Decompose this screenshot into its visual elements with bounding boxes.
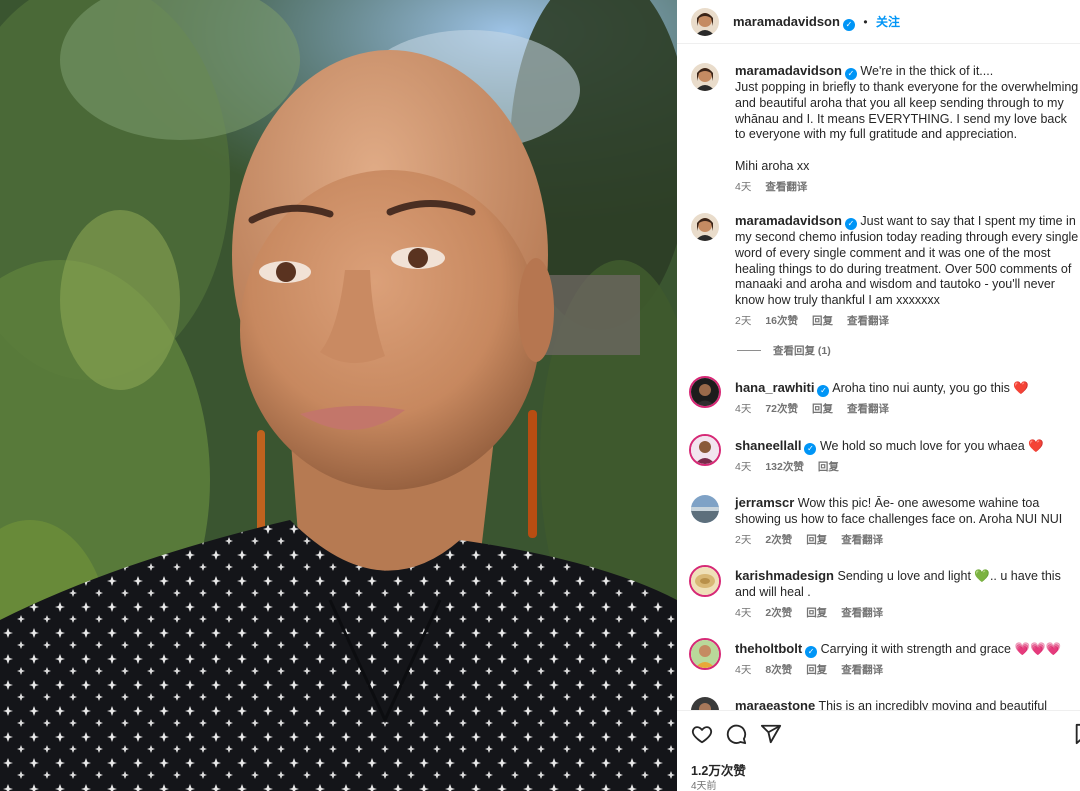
comment-meta: 4天 2次赞 回复 查看翻译 [735,606,1080,622]
comment-text: We hold so much love for you whaea ❤️ [819,439,1044,453]
comment-likes[interactable]: 2次赞 [765,533,792,549]
comment-item: maramadavidson ✓ Just want to say that I … [735,213,1080,330]
comment-avatar[interactable] [691,697,719,710]
view-replies-label: 查看回复 (1) [773,345,831,357]
comment-item: shaneellall ✓ We hold so much love for yo… [735,438,1080,476]
translate-button[interactable]: 查看翻译 [841,663,883,679]
comment-meta: 2天 2次赞 回复 查看翻译 [735,533,1080,549]
reply-button[interactable]: 回复 [806,533,827,549]
comment-username[interactable]: theholtbolt [735,641,802,656]
translate-button[interactable]: 查看翻译 [847,314,889,330]
comment-likes[interactable]: 8次赞 [765,663,792,679]
comment-meta: 4天 72次赞 回复 查看翻译 [735,402,1080,418]
separator-dot: • [863,15,868,29]
comment-username[interactable]: maramadavidson [735,63,842,78]
comment-text: Aroha tino nui aunty, you go this ❤️ [832,381,1029,395]
comment-text: This is an incredibly moving and beautif… [818,699,1048,710]
author-avatar[interactable] [691,8,719,36]
verified-icon: ✓ [804,443,817,455]
verified-icon: ✓ [844,218,857,230]
comment-item: jerramscr Wow this pic! Āe- one awesome … [735,495,1080,548]
reply-button[interactable]: 回复 [818,460,839,476]
bookmark-icon[interactable] [1073,723,1080,745]
follow-button[interactable]: 关注 [876,15,900,29]
comment-avatar[interactable] [689,434,721,466]
comment-item: karishmadesign Sending u love and light … [735,568,1080,621]
comment-avatar[interactable] [689,376,721,408]
comment-avatar[interactable] [691,495,719,523]
verified-icon: ✓ [844,68,857,80]
translate-button[interactable]: 查看翻译 [841,533,883,549]
comment-text: We're in the thick of it.... Just poppin… [735,64,1079,173]
comment-avatar[interactable] [689,638,721,670]
comments-panel: maramadavidson ✓ • 关注 maramadavidson ✓ We'… [677,0,1080,791]
comment-meta: 4天 8次赞 回复 查看翻译 [735,663,1080,679]
comment-meta: 4天 查看翻译 [735,180,1080,196]
verified-icon: ✓ [805,646,818,658]
comment-time: 4天 [735,606,752,619]
heart-icon[interactable] [691,723,713,750]
comment-item: maramadavidson ✓ We're in the thick of it… [735,63,1080,196]
post-photo[interactable] [0,0,677,791]
comment-time: 4天 [735,403,752,415]
comment-avatar[interactable] [689,565,721,597]
comment-text: Carrying it with strength and grace 💗💗💗 [820,642,1062,656]
translate-button[interactable]: 查看翻译 [847,402,889,418]
comment-item: hana_rawhiti ✓ Aroha tino nui aunty, you … [735,380,1080,418]
translate-button[interactable]: 查看翻译 [765,180,807,196]
view-replies-button[interactable]: 查看回复 (1) [737,343,831,358]
comment-time: 2天 [735,314,752,327]
reply-button[interactable]: 回复 [806,663,827,679]
comment-icon[interactable] [725,723,747,750]
comment-likes[interactable]: 2次赞 [765,606,792,622]
comment-list[interactable]: maramadavidson ✓ We're in the thick of it… [677,45,1080,710]
verified-icon: ✓ [817,385,830,397]
reply-button[interactable]: 回复 [812,314,833,330]
comment-item: theholtbolt ✓ Carrying it with strength a… [735,641,1080,679]
comment-time: 2天 [735,533,752,546]
comment-time: 4天 [735,664,752,676]
comment-avatar[interactable] [691,63,719,91]
translate-button[interactable]: 查看翻译 [841,606,883,622]
comment-time: 4天 [735,461,752,473]
share-icon[interactable] [760,723,782,750]
comment-item: maraeastone This is an incredibly moving… [735,698,1080,710]
post-actions: 1.2万次赞 4天前 [677,710,1080,791]
comment-username[interactable]: maraeastone [735,698,815,710]
comment-meta: 4天 132次赞 回复 [735,460,1080,476]
comment-avatar[interactable] [691,213,719,241]
post-header: maramadavidson ✓ • 关注 [677,0,1080,44]
replies-line [737,350,761,351]
reply-button[interactable]: 回复 [806,606,827,622]
portrait-image [0,0,677,791]
comment-likes[interactable]: 16次赞 [765,314,798,330]
comment-username[interactable]: karishmadesign [735,568,834,583]
comment-username[interactable]: hana_rawhiti [735,380,814,395]
comment-username[interactable]: shaneellall [735,438,801,453]
comment-likes[interactable]: 72次赞 [765,402,798,418]
verified-icon: ✓ [842,19,855,31]
comment-username[interactable]: maramadavidson [735,213,842,228]
post-time: 4天前 [691,781,717,791]
comment-likes[interactable]: 132次赞 [765,460,804,476]
comment-meta: 2天 16次赞 回复 查看翻译 [735,314,1080,330]
reply-button[interactable]: 回复 [812,402,833,418]
comment-time: 4天 [735,180,752,193]
comment-username[interactable]: jerramscr [735,495,794,510]
author-username[interactable]: maramadavidson [733,14,840,29]
